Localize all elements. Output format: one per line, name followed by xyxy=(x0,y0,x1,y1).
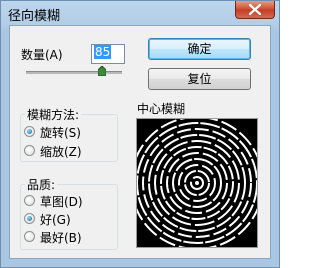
radio-draft[interactable]: 草图(D) xyxy=(24,193,104,209)
radio-good-label: 好(G) xyxy=(40,213,71,227)
blur-method-title: 模糊方法: xyxy=(25,106,82,123)
radio-good-circle xyxy=(24,213,35,224)
radial-blur-preview-image xyxy=(130,116,264,250)
radio-draft-circle xyxy=(24,195,35,206)
amount-input[interactable]: 85 xyxy=(91,44,125,64)
radial-blur-dialog: 径向模糊 数量(A) 85 确定 复位 模糊方法: 旋转(S) 缩放(Z) 品质… xyxy=(0,0,280,268)
reset-button[interactable]: 复位 xyxy=(148,68,251,90)
close-icon xyxy=(249,4,261,15)
radio-zoom-circle xyxy=(24,145,35,156)
amount-value: 85 xyxy=(94,45,112,59)
radio-spin-label: 旋转(S) xyxy=(40,126,81,140)
close-button[interactable] xyxy=(235,1,275,19)
preview-title: 中心模糊 xyxy=(137,102,186,116)
radio-spin[interactable]: 旋转(S) xyxy=(24,124,104,140)
radio-zoom[interactable]: 缩放(Z) xyxy=(24,143,104,159)
radio-spin-circle xyxy=(24,126,35,137)
dialog-body: 数量(A) 85 确定 复位 模糊方法: 旋转(S) 缩放(Z) 品质: 草图(… xyxy=(9,25,271,259)
radio-good[interactable]: 好(G) xyxy=(24,211,104,227)
amount-slider-track[interactable] xyxy=(26,71,122,74)
quality-title: 品质: xyxy=(25,176,58,193)
radio-draft-label: 草图(D) xyxy=(40,195,83,209)
radio-best-circle xyxy=(24,231,35,242)
radio-zoom-label: 缩放(Z) xyxy=(40,145,82,159)
window-title: 径向模糊 xyxy=(8,9,61,24)
amount-label: 数量(A) xyxy=(21,48,63,62)
radio-best[interactable]: 最好(B) xyxy=(24,229,104,245)
amount-slider-thumb[interactable] xyxy=(97,66,106,76)
ok-button[interactable]: 确定 xyxy=(148,38,251,60)
title-bar[interactable]: 径向模糊 xyxy=(1,1,279,25)
radio-best-label: 最好(B) xyxy=(40,231,82,245)
blur-center-preview[interactable] xyxy=(130,116,264,250)
